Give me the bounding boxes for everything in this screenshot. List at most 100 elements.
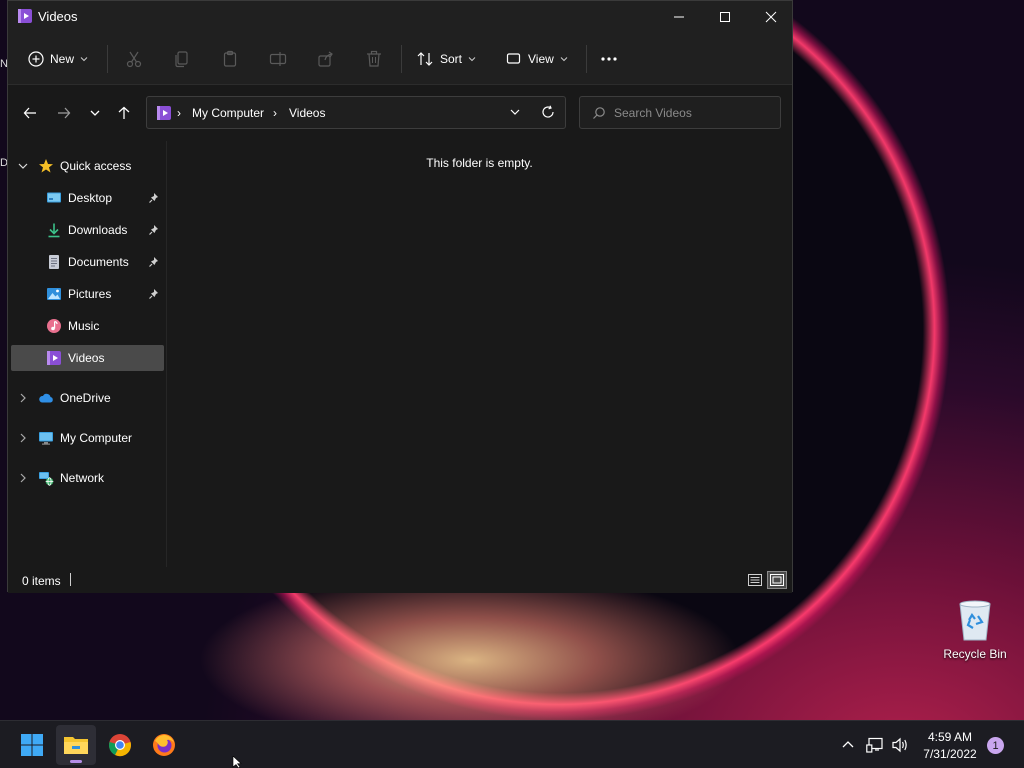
- network-status-button[interactable]: [865, 735, 885, 755]
- sidebar-item-music[interactable]: Music: [46, 313, 164, 339]
- share-icon: [317, 50, 335, 68]
- large-icons-view-button[interactable]: [767, 571, 787, 589]
- details-view-button[interactable]: [745, 571, 765, 589]
- plus-circle-icon: [28, 51, 44, 67]
- minimize-button[interactable]: [656, 1, 702, 33]
- show-hidden-icons-button[interactable]: [838, 735, 858, 755]
- address-history-dropdown[interactable]: [509, 106, 523, 120]
- toolbar-separator: [586, 45, 587, 73]
- sidebar-item-onedrive[interactable]: OneDrive: [38, 385, 164, 411]
- breadcrumb-chevron-icon[interactable]: ›: [177, 106, 181, 120]
- pin-icon[interactable]: [148, 224, 160, 236]
- active-indicator: [70, 760, 82, 763]
- view-window-icon: [506, 52, 522, 66]
- my-computer-expander[interactable]: [16, 431, 30, 445]
- maximize-icon: [720, 12, 730, 22]
- view-button[interactable]: View: [506, 47, 568, 71]
- back-button[interactable]: [18, 101, 42, 125]
- quick-access-expander[interactable]: [16, 159, 30, 173]
- view-button-label: View: [528, 52, 554, 66]
- address-bar[interactable]: › My Computer › Videos: [146, 96, 566, 129]
- maximize-button[interactable]: [702, 1, 748, 33]
- sidebar-item-videos[interactable]: Videos: [11, 345, 164, 371]
- close-icon: [765, 11, 777, 23]
- navigation-pane: Quick access Desktop Downloads Documents: [8, 141, 166, 567]
- monitor-icon: [38, 430, 54, 446]
- taskbar: 4:59 AM 7/31/2022 1: [0, 720, 1024, 768]
- close-button[interactable]: [748, 1, 794, 33]
- refresh-button[interactable]: [541, 105, 557, 121]
- paste-button[interactable]: [221, 47, 239, 71]
- start-button[interactable]: [12, 725, 52, 765]
- taskbar-firefox[interactable]: [144, 725, 184, 765]
- onedrive-expander[interactable]: [16, 391, 30, 405]
- search-input[interactable]: [614, 104, 774, 122]
- chevron-down-icon: [90, 110, 100, 116]
- chevron-right-icon: [20, 473, 26, 483]
- folder-icon: [64, 737, 88, 754]
- toolbar-separator: [107, 45, 108, 73]
- title-bar[interactable]: Videos: [8, 1, 792, 33]
- breadcrumb-chevron-icon[interactable]: ›: [273, 106, 277, 120]
- chevron-down-icon: [18, 163, 28, 169]
- windows-logo-icon: [21, 734, 43, 756]
- sidebar-item-label: Pictures: [68, 287, 112, 301]
- taskbar-file-explorer[interactable]: [56, 725, 96, 765]
- chevron-up-icon: [842, 741, 854, 748]
- cut-button[interactable]: [125, 47, 143, 71]
- chevron-down-icon: [510, 109, 520, 115]
- file-list-area[interactable]: This folder is empty.: [167, 141, 792, 567]
- recycle-bin-label: Recycle Bin: [943, 647, 1007, 661]
- chevron-down-icon: [560, 52, 568, 66]
- recycle-bin-desktop-icon[interactable]: Recycle Bin: [935, 596, 1015, 666]
- chrome-icon: [109, 734, 131, 757]
- delete-button[interactable]: [365, 47, 383, 71]
- music-note-icon: [46, 318, 62, 334]
- network-monitor-icon: [866, 737, 883, 753]
- sort-button-label: Sort: [440, 52, 463, 66]
- breadcrumb-videos[interactable]: Videos: [289, 106, 325, 120]
- volume-button[interactable]: [890, 735, 910, 755]
- sort-arrows-icon: [416, 51, 434, 67]
- recent-locations-button[interactable]: [83, 101, 107, 125]
- taskbar-chrome[interactable]: [100, 725, 140, 765]
- clock-date[interactable]: 7/31/2022: [916, 747, 984, 761]
- sort-button[interactable]: Sort: [416, 47, 476, 71]
- search-box[interactable]: [579, 96, 781, 129]
- share-button[interactable]: [317, 47, 335, 71]
- rename-button[interactable]: [269, 47, 287, 71]
- network-expander[interactable]: [16, 471, 30, 485]
- up-button[interactable]: [112, 101, 136, 125]
- chevron-right-icon: [20, 433, 26, 443]
- forward-button[interactable]: [52, 101, 76, 125]
- pin-icon[interactable]: [148, 192, 160, 204]
- cloud-icon: [38, 390, 54, 406]
- sidebar-item-pictures[interactable]: Pictures: [46, 281, 164, 307]
- new-button-label: New: [50, 52, 75, 66]
- pin-icon[interactable]: [148, 288, 160, 300]
- sidebar-item-my-computer[interactable]: My Computer: [38, 425, 164, 451]
- sidebar-item-label: Desktop: [68, 191, 113, 205]
- empty-folder-message: This folder is empty.: [426, 156, 533, 170]
- sidebar-item-label: My Computer: [60, 431, 133, 445]
- pin-icon[interactable]: [148, 256, 160, 268]
- search-icon: [593, 107, 605, 119]
- scissors-icon: [125, 50, 143, 68]
- status-separator: [70, 573, 71, 586]
- sidebar-item-downloads[interactable]: Downloads: [46, 217, 164, 243]
- notification-badge[interactable]: 1: [987, 737, 1004, 754]
- details-view-icon: [748, 574, 762, 586]
- sidebar-item-documents[interactable]: Documents: [46, 249, 164, 275]
- clock-time[interactable]: 4:59 AM: [916, 730, 984, 744]
- rename-icon: [269, 50, 287, 68]
- more-options-button[interactable]: [600, 47, 618, 71]
- copy-button[interactable]: [173, 47, 191, 71]
- sidebar-item-label: Music: [68, 319, 100, 333]
- breadcrumb-my-computer[interactable]: My Computer: [192, 106, 264, 120]
- minimize-icon: [674, 16, 684, 18]
- new-button[interactable]: New: [28, 47, 88, 71]
- speaker-icon: [892, 737, 907, 753]
- sidebar-item-desktop[interactable]: Desktop: [46, 185, 164, 211]
- sidebar-item-network[interactable]: Network: [38, 465, 164, 491]
- sidebar-item-quick-access[interactable]: Quick access: [38, 153, 164, 179]
